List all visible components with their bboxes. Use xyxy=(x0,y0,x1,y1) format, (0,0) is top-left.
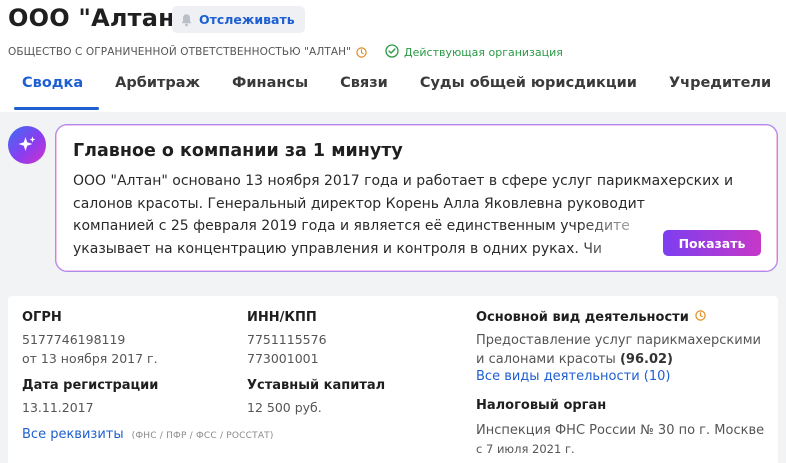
reg-date-label: Дата регистрации xyxy=(22,378,159,393)
tab-general-courts[interactable]: Суды общей юрисдикции xyxy=(404,66,653,109)
reg-date-value: 13.11.2017 xyxy=(22,400,94,415)
show-summary-button[interactable]: Показать xyxy=(663,230,761,256)
check-circle-icon xyxy=(385,43,399,61)
ogrn-date: от 13 ноября 2017 г. xyxy=(22,351,158,366)
tab-arbitration[interactable]: Арбитраж xyxy=(99,66,216,109)
tab-founders[interactable]: Учредители xyxy=(653,66,786,109)
requisites-sources-note: (ФНС / ПФР / ФСС / РОССТАТ) xyxy=(131,431,274,441)
all-activities-link[interactable]: Все виды деятельности (10) xyxy=(476,369,771,384)
ai-summary-card: Главное о компании за 1 минуту ООО "Алта… xyxy=(55,124,778,272)
sparkle-icon xyxy=(8,126,46,164)
requisites-column-2: ИНН/КПП 7751115576 773001001 Уставный ка… xyxy=(247,310,385,427)
company-header: ООО "Алтан" Отслеживать ОБЩЕСТВО С ОГРАН… xyxy=(0,0,786,112)
requisites-column-1: ОГРН 5177746198119 от 13 ноября 2017 г. … xyxy=(22,310,274,442)
ai-summary-line: салонов красоты. Генеральный директор Ко… xyxy=(73,195,645,212)
status-text: Действующая организация xyxy=(404,45,563,59)
clock-icon[interactable] xyxy=(356,46,367,58)
kpp-value[interactable]: 773001001 xyxy=(247,349,385,368)
track-button-label: Отслеживать xyxy=(199,12,295,27)
inn-value[interactable]: 7751115576 xyxy=(247,330,385,349)
legal-info-row: ОБЩЕСТВО С ОГРАНИЧЕННОЙ ОТВЕТСТВЕННОСТЬЮ… xyxy=(8,43,563,61)
main-activity-label-text: Основной вид деятельности xyxy=(476,310,689,325)
ai-summary-title: Главное о компании за 1 минуту xyxy=(73,141,403,161)
tab-finance[interactable]: Финансы xyxy=(216,66,324,109)
track-button[interactable]: Отслеживать xyxy=(172,6,305,33)
requisites-panel: ОГРН 5177746198119 от 13 ноября 2017 г. … xyxy=(8,296,778,463)
clock-icon[interactable] xyxy=(695,310,706,325)
ai-summary-line: ООО "Алтан" основано 13 ноября 2017 года… xyxy=(73,173,734,189)
status-badge: Действующая организация xyxy=(385,43,563,61)
company-short-name: ООО "Алтан" xyxy=(8,4,188,32)
ogrn-value[interactable]: 5177746198119 xyxy=(22,330,274,349)
company-full-name: ОБЩЕСТВО С ОГРАНИЧЕННОЙ ОТВЕТСТВЕННОСТЬЮ… xyxy=(8,46,352,58)
tab-bar: Сводка Арбитраж Финансы Связи Суды общей… xyxy=(0,66,786,112)
main-activity-label: Основной вид деятельности xyxy=(476,310,771,325)
tax-authority-label: Налоговый орган xyxy=(476,398,607,413)
tab-connections[interactable]: Связи xyxy=(324,66,404,109)
main-activity-code: (96.02) xyxy=(619,352,673,367)
capital-value: 12 500 руб. xyxy=(247,400,322,415)
capital-label: Уставный капитал xyxy=(247,378,386,393)
main-activity-text: Предоставление услуг парикмахерскими и с… xyxy=(476,331,771,369)
all-requisites-link[interactable]: Все реквизиты xyxy=(22,427,124,442)
bell-icon xyxy=(180,13,193,27)
ogrn-label: ОГРН xyxy=(22,310,62,325)
requisites-column-3: Основной вид деятельности Предоставление… xyxy=(476,310,771,463)
main-activity-description: Предоставление услуг парикмахерскими и с… xyxy=(476,333,761,367)
tax-authority-date: с 7 июля 2021 г. xyxy=(476,442,575,456)
tax-authority-value: Инспекция ФНС России № 30 по г. Москве xyxy=(476,423,765,438)
inn-kpp-label: ИНН/КПП xyxy=(247,310,317,325)
tab-summary[interactable]: Сводка xyxy=(14,66,100,110)
